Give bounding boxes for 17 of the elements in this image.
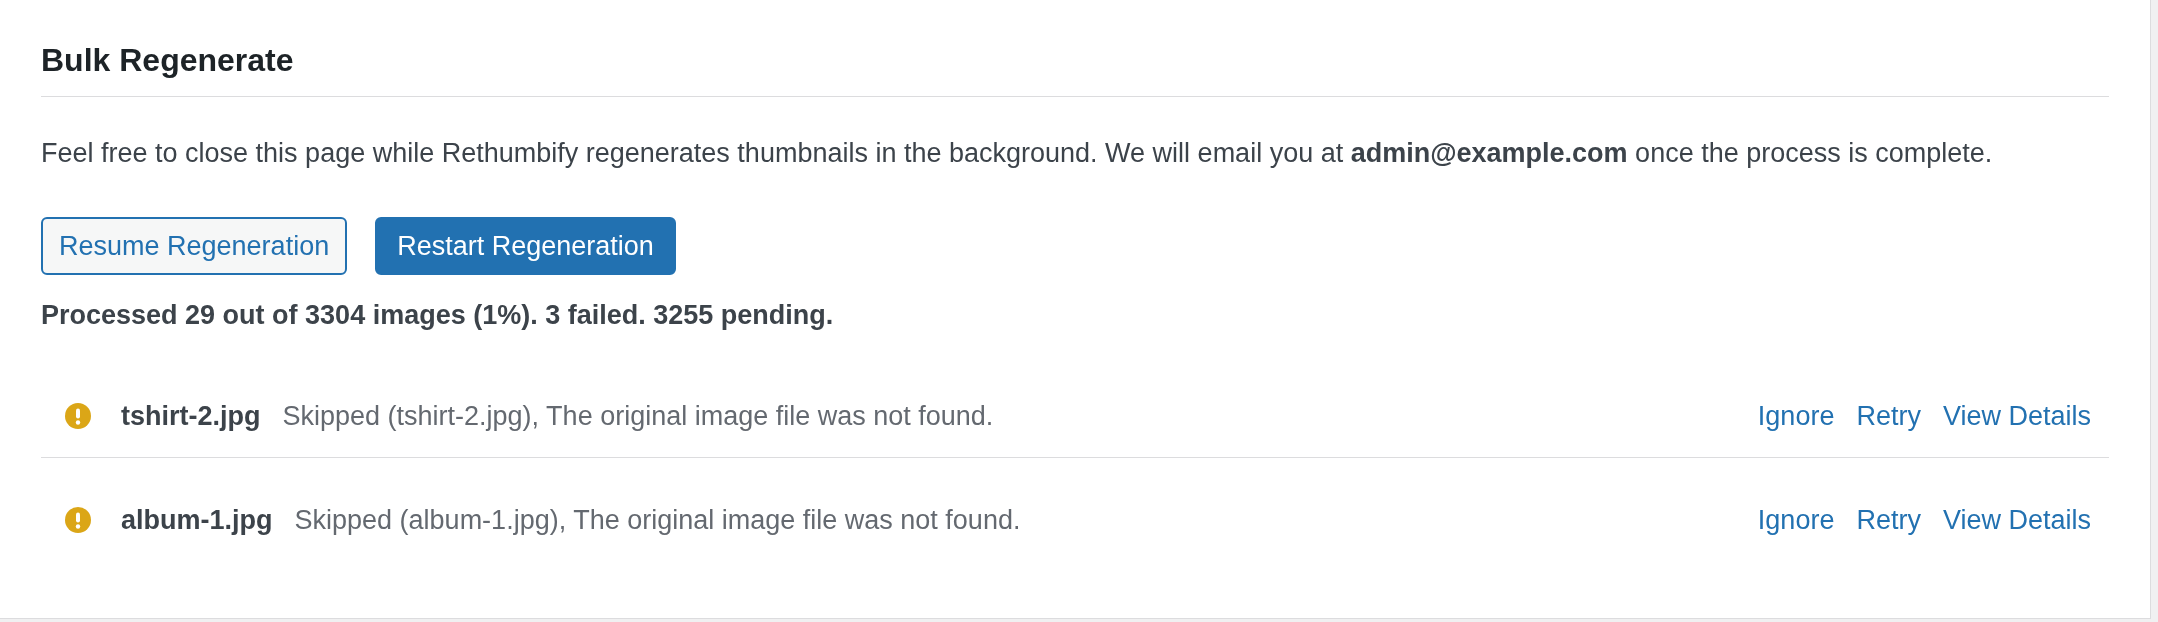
resume-button[interactable]: Resume Regeneration bbox=[41, 217, 348, 275]
action-link[interactable]: Ignore bbox=[1757, 398, 1835, 434]
progress-summary: Processed 29 out of 3304 images (1%). 3 failed. 3255 pending. bbox=[41, 299, 834, 332]
section-title: Bulk Regenerate bbox=[41, 41, 294, 79]
file-name: tshirt-2.jpg bbox=[121, 400, 261, 433]
action-link[interactable]: Ignore bbox=[1757, 502, 1835, 538]
action-link[interactable]: View Details bbox=[1942, 502, 2091, 538]
action-link[interactable]: Retry bbox=[1856, 502, 1921, 538]
restart-button[interactable]: Restart Regeneration bbox=[375, 217, 676, 275]
action-link[interactable]: View Details bbox=[1942, 398, 2091, 434]
warning-icon bbox=[65, 403, 91, 429]
warning-icon bbox=[65, 507, 91, 533]
notice-text: Feel free to close this page while Rethumbify regenerates thumbnails in the background. We will email you at admin@example.com once the process is complete. bbox=[41, 137, 1993, 170]
error-message: Skipped (album-1.jpg), The original image file was not found. bbox=[294, 504, 1021, 537]
action-link[interactable]: Retry bbox=[1856, 398, 1921, 434]
file-name: album-1.jpg bbox=[121, 504, 273, 537]
error-message: Skipped (tshirt-2.jpg), The original image file was not found. bbox=[282, 400, 994, 433]
